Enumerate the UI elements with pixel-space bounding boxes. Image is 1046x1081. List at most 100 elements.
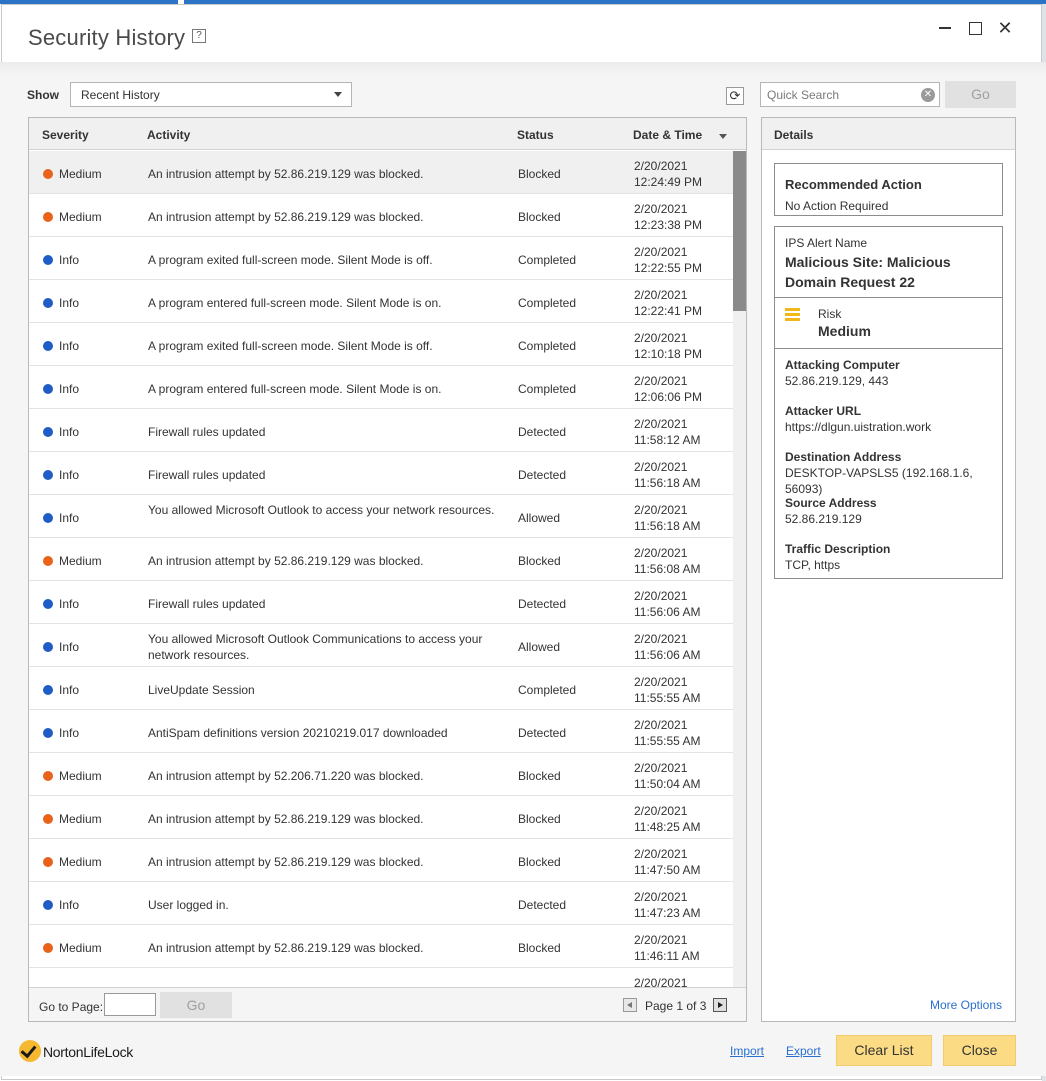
previous-page-button[interactable] <box>623 998 637 1012</box>
date-time-cell: 2/20/2021 12:06:06 PM <box>634 373 724 405</box>
risk-value: Medium <box>818 323 871 339</box>
table-row[interactable]: Medium An intrusion attempt by 52.86.219.… <box>29 925 733 968</box>
date-time-cell: 2/20/2021 11:48:25 AM <box>634 803 724 835</box>
severity-cell: Info <box>59 726 80 740</box>
header-shadow <box>0 62 1046 76</box>
severity-dot-icon <box>43 771 53 781</box>
status-cell: Completed <box>518 683 577 697</box>
quick-search-input[interactable] <box>761 83 916 106</box>
status-cell: Blocked <box>518 554 561 568</box>
activity-cell: Firewall rules updated <box>148 425 266 439</box>
detail-field: Attacking Computer 52.86.219.129, 443 <box>785 357 1000 389</box>
table-row[interactable]: Info You allowed Microsoft Outlook Commun… <box>29 624 733 667</box>
severity-dot-icon <box>43 685 53 695</box>
recommended-action-value: No Action Required <box>785 199 889 213</box>
table-row[interactable]: Info Firewall rules updated Detected 2/20/2… <box>29 452 733 495</box>
table-row[interactable]: Info User logged in. Detected 2/20/2021 11:4… <box>29 882 733 925</box>
maximize-button[interactable] <box>964 17 986 39</box>
import-link[interactable]: Import <box>730 1044 764 1058</box>
more-options-link[interactable]: More Options <box>930 998 1002 1012</box>
detail-field-label: Destination Address <box>785 450 902 464</box>
next-page-button[interactable] <box>713 998 727 1012</box>
date-text: 2/20/2021 <box>634 675 688 689</box>
table-scrollbar[interactable] <box>733 151 746 987</box>
search-go-button[interactable]: Go <box>945 81 1016 108</box>
date-time-cell: 2/20/2021 12:24:49 PM <box>634 158 724 190</box>
column-header-severity[interactable]: Severity <box>42 128 89 142</box>
details-panel: Details Recommended Action No Action Req… <box>761 117 1016 1022</box>
date-time-cell: 2/20/2021 11:56:06 AM <box>634 588 724 620</box>
go-to-page-button[interactable]: Go <box>160 992 232 1018</box>
table-row[interactable]: Medium An intrusion attempt by 52.86.219.… <box>29 194 733 237</box>
detail-field-value: 52.86.219.129 <box>785 512 862 526</box>
date-text: 2/20/2021 <box>634 933 688 947</box>
table-row[interactable]: Info A program entered full-screen mode. … <box>29 280 733 323</box>
severity-cell: Info <box>59 296 80 310</box>
detail-field-label: Attacking Computer <box>785 358 900 372</box>
activity-cell: A program entered full-screen mode. Sile… <box>148 296 442 310</box>
date-text: 2/20/2021 <box>634 159 688 173</box>
severity-cell: Info <box>59 339 80 353</box>
severity-dot-icon <box>43 642 53 652</box>
activity-cell: A program exited full-screen mode. Silen… <box>148 253 433 267</box>
table-row[interactable]: Medium An intrusion attempt by 52.86.219.… <box>29 538 733 581</box>
show-dropdown[interactable]: Recent History <box>70 82 352 107</box>
time-text: 11:58:12 AM <box>634 433 701 447</box>
date-time-cell: 2/20/2021 11:50:04 AM <box>634 760 724 792</box>
severity-dot-icon <box>43 943 53 953</box>
table-row[interactable]: Info A program entered full-screen mode. … <box>29 366 733 409</box>
detail-field-label: Attacker URL <box>785 404 862 418</box>
refresh-button[interactable]: ⟳ <box>726 87 744 105</box>
column-header-date-time[interactable]: Date & Time <box>633 128 702 142</box>
severity-dot-icon <box>43 470 53 480</box>
table-row[interactable]: Info Firewall rules updated Detected 2/20/2… <box>29 409 733 452</box>
column-header-activity[interactable]: Activity <box>147 128 190 142</box>
nortonlifelock-logo: NortonLifeLock <box>19 1040 159 1064</box>
show-dropdown-value: Recent History <box>81 88 160 102</box>
date-text: 2/20/2021 <box>634 245 688 259</box>
logo-text: NortonLifeLock <box>43 1044 133 1060</box>
table-row[interactable]: Info You allowed Microsoft Outlook to acc… <box>29 495 733 538</box>
details-header: Details <box>762 118 1015 150</box>
severity-dot-icon <box>43 814 53 824</box>
activity-cell: An intrusion attempt by 52.206.71.220 wa… <box>148 769 424 783</box>
close-window-button[interactable]: ✕ <box>994 17 1016 39</box>
activity-cell: A program entered full-screen mode. Sile… <box>148 382 442 396</box>
table-row[interactable]: 2/20/2021 <box>29 968 733 987</box>
table-row[interactable]: Info A program exited full-screen mode. S… <box>29 237 733 280</box>
clear-list-button[interactable]: Clear List <box>836 1035 932 1066</box>
table-row[interactable]: Info A program exited full-screen mode. S… <box>29 323 733 366</box>
date-time-cell: 2/20/2021 12:22:55 PM <box>634 244 724 276</box>
title-bar: Security History ? ✕ <box>2 5 1041 67</box>
date-text: 2/20/2021 <box>634 890 688 904</box>
go-to-page-input[interactable] <box>104 993 156 1016</box>
table-row[interactable]: Medium An intrusion attempt by 52.206.71.… <box>29 753 733 796</box>
activity-cell: An intrusion attempt by 52.86.219.129 wa… <box>148 812 424 826</box>
clear-search-icon[interactable]: ✕ <box>921 88 935 102</box>
status-cell: Completed <box>518 253 577 267</box>
help-icon[interactable]: ? <box>192 29 206 43</box>
go-to-page-label: Go to Page: <box>39 1000 104 1014</box>
table-row[interactable]: Info Firewall rules updated Detected 2/20/2… <box>29 581 733 624</box>
table-body: Medium An intrusion attempt by 52.86.219.… <box>29 151 733 987</box>
scrollbar-thumb[interactable] <box>733 151 746 311</box>
severity-dot-icon <box>43 341 53 351</box>
severity-dot-icon <box>43 900 53 910</box>
export-link[interactable]: Export <box>786 1044 821 1058</box>
time-text: 11:47:23 AM <box>634 906 701 920</box>
chevron-down-icon <box>334 92 342 97</box>
table-row[interactable]: Medium An intrusion attempt by 52.86.219.… <box>29 151 733 194</box>
ips-alert-name: Malicious Site: Malicious Domain Request… <box>785 254 951 290</box>
table-row[interactable]: Medium An intrusion attempt by 52.86.219.… <box>29 796 733 839</box>
details-title: Details <box>774 128 814 142</box>
date-time-cell: 2/20/2021 11:55:55 AM <box>634 717 724 749</box>
minimize-button[interactable] <box>934 17 956 39</box>
table-row[interactable]: Medium An intrusion attempt by 52.86.219.… <box>29 839 733 882</box>
time-text: 11:55:55 AM <box>634 734 701 748</box>
sort-descending-icon[interactable] <box>719 134 727 139</box>
column-header-status[interactable]: Status <box>517 128 554 142</box>
table-row[interactable]: Info AntiSpam definitions version 2021021… <box>29 710 733 753</box>
table-row[interactable]: Info LiveUpdate Session Completed 2/20/2021… <box>29 667 733 710</box>
date-text: 2/20/2021 <box>634 503 688 517</box>
close-button[interactable]: Close <box>943 1035 1016 1066</box>
